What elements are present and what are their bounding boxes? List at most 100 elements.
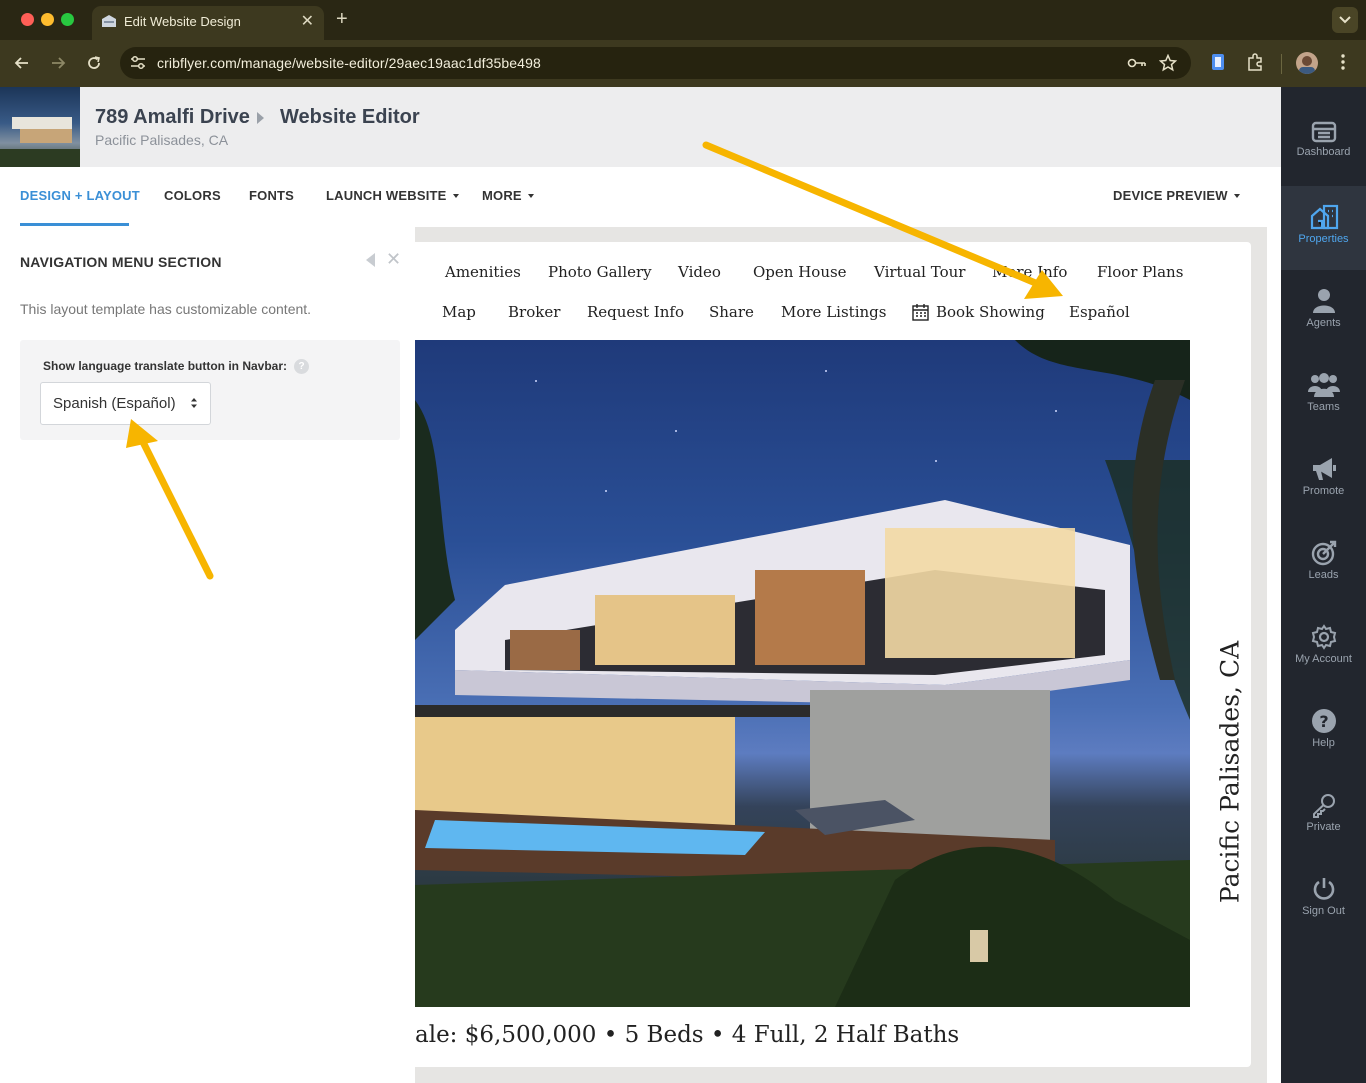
launch-website-label: LAUNCH WEBSITE [326, 188, 447, 203]
bookmark-star-icon[interactable] [1159, 54, 1177, 72]
teams-icon [1307, 373, 1340, 397]
sidebar-label: Private [1306, 821, 1341, 833]
sidebar-item-help[interactable]: ? Help [1281, 690, 1366, 774]
site-nav-video[interactable]: Video [678, 263, 721, 281]
help-circle-icon: ? [1311, 709, 1336, 733]
sidebar-label: Dashboard [1296, 146, 1351, 158]
site-nav-book-showing[interactable]: Book Showing [936, 303, 1045, 321]
sidebar-label: Leads [1308, 569, 1339, 581]
listing-city-vertical: Pacific Palisades, CA [1215, 640, 1245, 904]
site-nav-map[interactable]: Map [442, 303, 476, 321]
password-key-icon[interactable] [1127, 55, 1147, 71]
site-nav-request-info[interactable]: Request Info [587, 303, 684, 321]
sidebar-item-sign-out[interactable]: Sign Out [1281, 858, 1366, 942]
sidebar-label: Properties [1298, 233, 1349, 245]
sidebar-item-leads[interactable]: Leads [1281, 522, 1366, 606]
close-panel-icon[interactable]: ✕ [386, 249, 401, 270]
target-icon [1311, 540, 1336, 566]
site-nav-open-house[interactable]: Open House [753, 263, 847, 281]
reload-icon[interactable] [85, 54, 103, 72]
sidebar-item-promote[interactable]: Promote [1281, 438, 1366, 522]
address-bar[interactable]: cribflyer.com/manage/website-editor/29ae… [120, 47, 1191, 79]
gear-icon [1311, 624, 1336, 650]
extension-doc-icon[interactable] [1209, 52, 1227, 72]
tab-fonts[interactable]: FONTS [249, 188, 294, 203]
sidebar-item-properties[interactable]: Properties [1281, 186, 1366, 270]
property-thumbnail[interactable] [0, 87, 80, 167]
site-nav-floor-plans[interactable]: Floor Plans [1097, 263, 1183, 281]
sidebar-item-dashboard[interactable]: Dashboard [1281, 87, 1366, 171]
sidebar-label: Agents [1306, 317, 1341, 329]
close-window-button[interactable] [21, 13, 34, 26]
site-nav-photo-gallery[interactable]: Photo Gallery [548, 263, 652, 281]
browser-menu-icon[interactable] [1336, 52, 1350, 72]
maximize-window-button[interactable] [61, 13, 74, 26]
panel-title: NAVIGATION MENU SECTION [20, 254, 222, 270]
page-title: Website Editor [280, 106, 420, 128]
site-nav-more-listings[interactable]: More Listings [781, 303, 886, 321]
site-nav-amenities[interactable]: Amenities [445, 263, 521, 281]
browser-titlebar: Edit Website Design ✕ + [0, 0, 1366, 40]
toolbar-separator [1281, 54, 1282, 74]
select-arrows-icon [191, 398, 197, 408]
panel-description: This layout template has customizable co… [20, 301, 312, 317]
house-illustration [415, 340, 1190, 1007]
site-nav-espanol[interactable]: Español [1069, 303, 1130, 321]
tab-design-layout[interactable]: DESIGN + LAYOUT [20, 188, 140, 203]
tab-close-icon[interactable]: ✕ [301, 11, 314, 31]
sidebar-item-private[interactable]: Private [1281, 774, 1366, 858]
minimize-window-button[interactable] [41, 13, 54, 26]
help-icon[interactable]: ? [294, 359, 309, 374]
sidebar-item-agents[interactable]: Agents [1281, 270, 1366, 354]
site-nav-more-info[interactable]: More Info [992, 263, 1067, 281]
avatar-icon [1299, 56, 1315, 74]
caret-down-icon [1233, 194, 1240, 198]
device-preview-dropdown[interactable]: DEVICE PREVIEW [1113, 188, 1240, 203]
dashboard-icon [1311, 121, 1336, 143]
caret-down-icon [452, 194, 459, 198]
sidebar-label: Promote [1302, 485, 1345, 497]
hero-image [415, 340, 1190, 1007]
back-icon[interactable] [13, 54, 31, 72]
language-select[interactable]: Spanish (Español) [40, 382, 211, 425]
preview-page: Amenities Photo Gallery Video Open House… [415, 242, 1251, 1067]
website-preview: Amenities Photo Gallery Video Open House… [415, 227, 1267, 1083]
megaphone-icon [1312, 458, 1336, 480]
site-nav-broker[interactable]: Broker [508, 303, 560, 321]
properties-icon [1310, 204, 1338, 230]
app-sidebar: Dashboard Properties Agents Teams Promot… [1281, 87, 1366, 1083]
launch-website-dropdown[interactable]: LAUNCH WEBSITE [326, 188, 459, 203]
more-dropdown[interactable]: MORE [482, 188, 534, 203]
sidebar-label: Help [1312, 737, 1335, 749]
site-nav-share[interactable]: Share [709, 303, 754, 321]
listing-summary: ale: $6,500,000 • 5 Beds • 4 Full, 2 Hal… [415, 1022, 960, 1048]
extensions-puzzle-icon[interactable] [1245, 52, 1265, 72]
sidebar-label: My Account [1295, 653, 1352, 665]
favicon-icon [102, 15, 116, 27]
svg-text:?: ? [1319, 712, 1328, 731]
browser-tab[interactable]: Edit Website Design ✕ [92, 6, 324, 40]
url-text: cribflyer.com/manage/website-editor/29ae… [157, 55, 541, 71]
breadcrumb-arrow-icon [257, 112, 264, 124]
tab-search-button[interactable] [1332, 7, 1358, 33]
key-icon [1312, 794, 1335, 818]
section-settings-panel: NAVIGATION MENU SECTION ✕ This layout te… [0, 227, 415, 1083]
site-settings-icon[interactable] [130, 54, 146, 72]
property-city: Pacific Palisades, CA [95, 132, 229, 148]
sidebar-item-my-account[interactable]: My Account [1281, 606, 1366, 690]
forward-icon[interactable] [49, 54, 67, 72]
collapse-panel-icon[interactable] [366, 253, 375, 267]
app-header: 789 Amalfi Drive Website Editor Pacific … [0, 87, 1281, 167]
chevron-down-icon [1339, 16, 1351, 24]
more-label: MORE [482, 188, 522, 203]
site-nav-virtual-tour[interactable]: Virtual Tour [874, 263, 965, 281]
profile-avatar[interactable] [1296, 52, 1318, 74]
agent-icon [1312, 289, 1335, 313]
sidebar-item-teams[interactable]: Teams [1281, 354, 1366, 438]
language-select-value: Spanish (Español) [53, 395, 176, 412]
new-tab-icon[interactable]: + [336, 8, 348, 31]
property-address[interactable]: 789 Amalfi Drive [95, 106, 250, 129]
language-setting-box: Show language translate button in Navbar… [20, 340, 400, 440]
tab-title: Edit Website Design [124, 14, 241, 29]
tab-colors[interactable]: COLORS [164, 188, 221, 203]
